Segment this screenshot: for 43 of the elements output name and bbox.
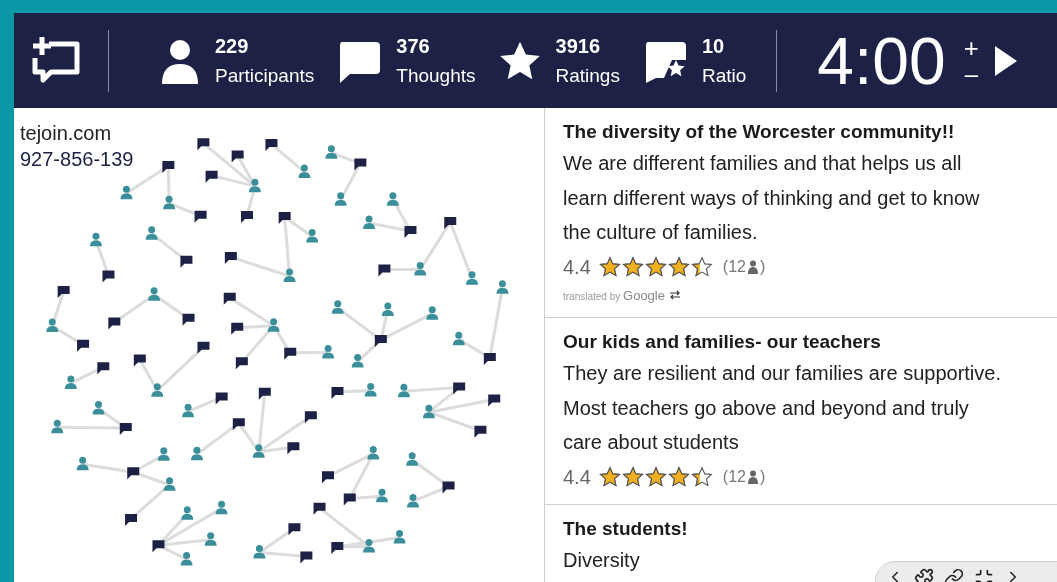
star-icon [644, 255, 667, 278]
thought-text: They are resilient and our families are supportive. Most teachers go above and beyond and truly care about students [563, 361, 1002, 455]
play-button[interactable] [992, 43, 1017, 78]
puzzle-icon[interactable] [914, 568, 934, 582]
person-icon [746, 259, 759, 274]
star-icon [690, 465, 713, 488]
person-icon [746, 469, 759, 484]
thought-title: The students! [563, 516, 689, 541]
stat-label: Participants [215, 63, 315, 88]
minimize-icon[interactable] [974, 568, 994, 582]
stat-label: Ratings [555, 63, 620, 88]
thought-text: Diversity [563, 547, 640, 573]
link-icon[interactable] [944, 568, 964, 582]
star-icon [621, 465, 644, 488]
star-icon [667, 255, 690, 278]
stat-value: 10 [701, 33, 726, 59]
translation-credit: translated by Google [563, 286, 665, 305]
thought-text: We are different families and that helps us all learn different ways of thinking and get to know the culture of families. [563, 151, 981, 245]
rating-value: 4.4 [563, 254, 591, 280]
star-icon [690, 255, 713, 278]
star-icon [598, 465, 621, 488]
swap-arrows-icon [668, 290, 681, 301]
stat-value: 229 [215, 33, 250, 59]
thought-title: Our kids and families- our teachers [563, 330, 882, 354]
star-icon [621, 255, 644, 278]
session-code: 927-856-139 [20, 147, 135, 172]
rating-value: 4.4 [563, 464, 591, 490]
star-icon [667, 465, 690, 488]
star-icon [598, 255, 621, 278]
person-icon [159, 37, 201, 84]
stat-value: 376 [396, 33, 431, 59]
stat-label: Thoughts [396, 63, 476, 88]
timer: 4:00 [817, 27, 946, 94]
stat-label: Ratio [701, 63, 747, 88]
increase-time-button[interactable]: + [963, 34, 979, 61]
decrease-time-button[interactable]: – [963, 60, 979, 87]
stat-value: 3916 [555, 33, 601, 59]
play-icon [992, 43, 1017, 78]
rating-count: (12 ) [722, 466, 766, 487]
session-url: tejoin.com [20, 121, 113, 146]
rating-count: (12 ) [722, 256, 766, 277]
thought-title: The diversity of the Worcester community!! [563, 120, 956, 144]
star-icon [644, 465, 667, 488]
